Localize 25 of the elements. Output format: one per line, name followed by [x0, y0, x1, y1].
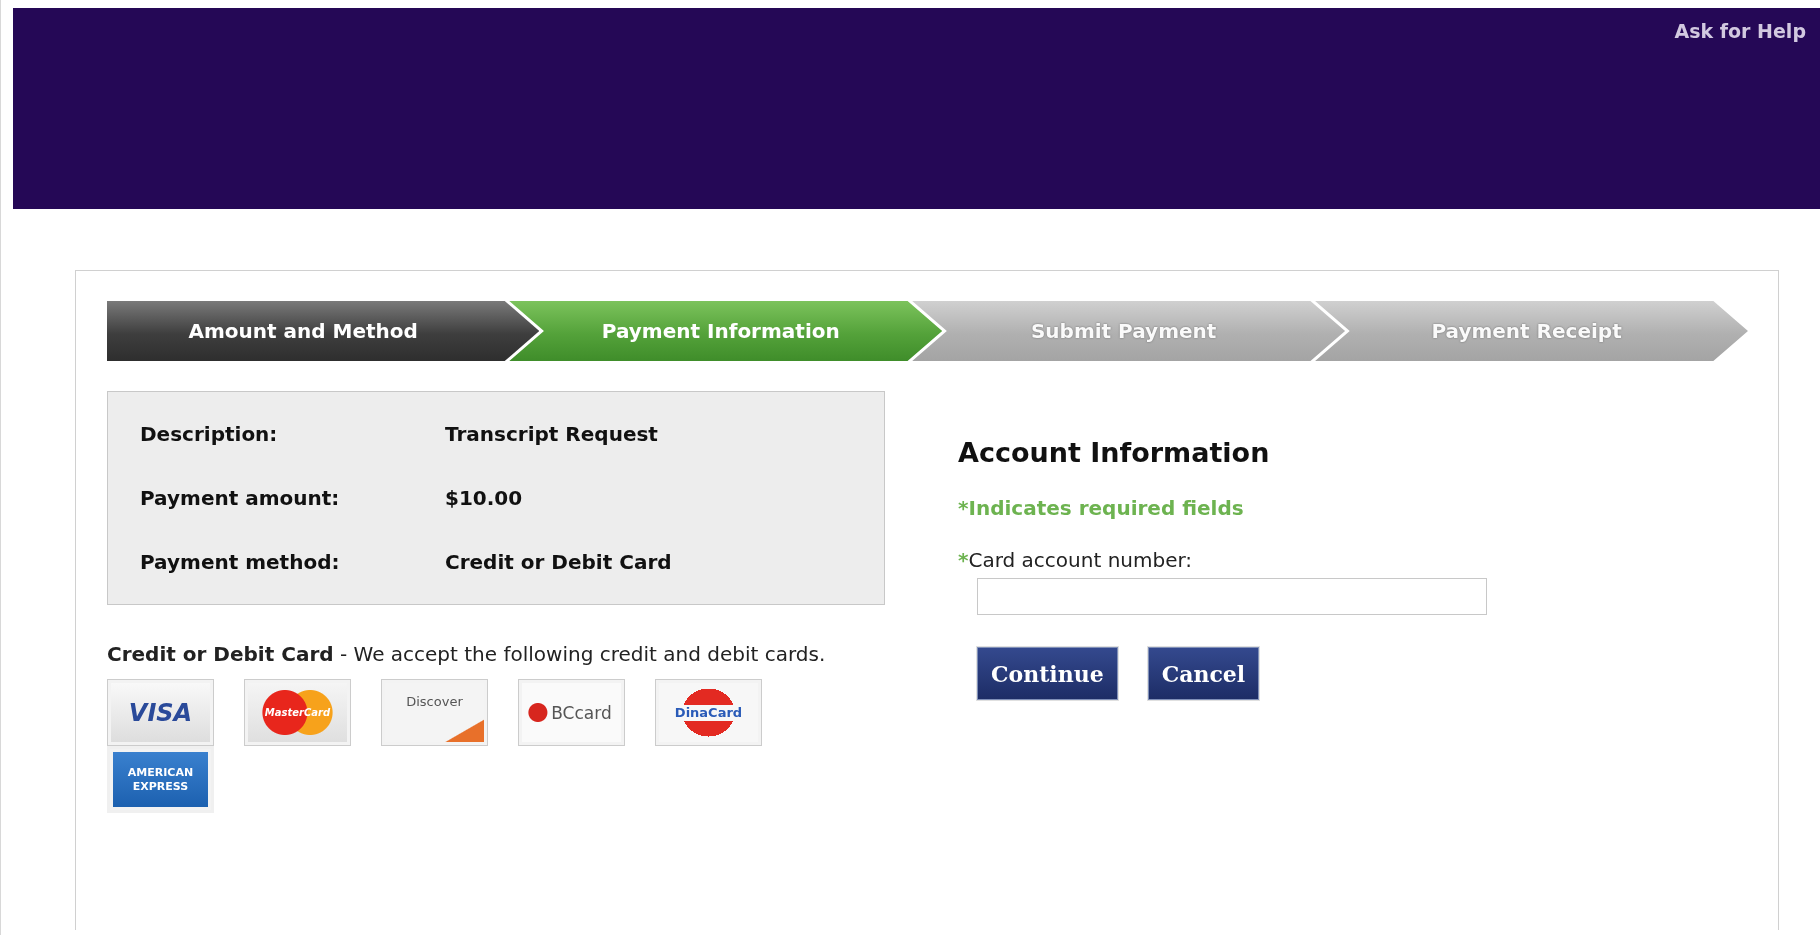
required-mark: * — [958, 548, 969, 572]
progress-step: Payment Receipt — [1315, 301, 1748, 361]
progress-step: Amount and Method — [107, 301, 540, 361]
card-logo: Discover — [381, 679, 488, 746]
required-note: *Indicates required fields — [958, 496, 1245, 520]
card-number-field[interactable] — [977, 578, 1487, 615]
cards-note: Credit or Debit Card - We accept the following credit and debit cards. — [107, 641, 827, 667]
summary-label: Description: — [140, 422, 279, 446]
progress-step: Payment Information — [509, 301, 943, 361]
card-logo: MasterCard — [244, 679, 351, 746]
card-logo: BCcard — [518, 679, 625, 746]
continue-button[interactable]: Continue — [977, 647, 1118, 700]
card-logo: VISA — [107, 679, 214, 746]
progress-step: Submit Payment — [912, 301, 1346, 361]
field-label: Card account number: — [968, 548, 1193, 572]
summary-value: Transcript Request — [445, 422, 659, 446]
help-link[interactable]: Ask for Help — [1674, 8, 1820, 42]
summary-label: Payment method: — [140, 550, 341, 574]
cancel-button[interactable]: Cancel — [1147, 647, 1260, 700]
card-logo: AMERICAN EXPRESS — [107, 746, 214, 813]
summary-label: Payment amount: — [140, 486, 341, 510]
summary-value: $10.00 — [445, 486, 524, 510]
card-logo: DinaCard — [655, 679, 762, 746]
section-title: Account Information — [958, 437, 1271, 468]
summary-value: Credit or Debit Card — [445, 550, 673, 574]
